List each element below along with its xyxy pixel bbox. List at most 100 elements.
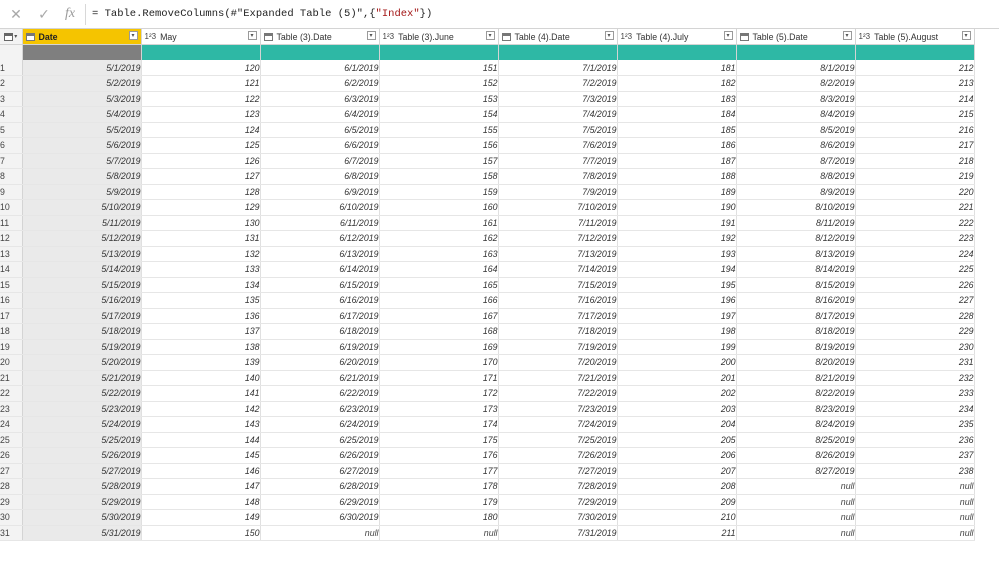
table-cell[interactable]: 5/1/2019 — [22, 60, 142, 76]
table-cell[interactable]: 7/16/2019 — [498, 292, 618, 309]
table-cell[interactable]: 5/16/2019 — [22, 292, 142, 309]
table-cell[interactable]: 168 — [379, 323, 499, 340]
table-cell[interactable]: null — [855, 525, 975, 541]
table-cell[interactable]: 162 — [379, 230, 499, 247]
table-cell[interactable]: 7/19/2019 — [498, 339, 618, 355]
table-cell[interactable]: 132 — [141, 246, 261, 262]
table-cell[interactable]: 8/14/2019 — [736, 261, 856, 278]
table-cell[interactable]: 7/1/2019 — [498, 60, 618, 76]
column-header[interactable]: Table (4).Date ▾ — [498, 29, 618, 45]
date-type-icon[interactable] — [501, 32, 511, 41]
table-cell[interactable]: 229 — [855, 323, 975, 340]
table-cell[interactable]: 237 — [855, 447, 975, 464]
table-cell[interactable]: 8/4/2019 — [736, 106, 856, 123]
table-cell[interactable]: 140 — [141, 370, 261, 386]
row-number[interactable]: 21 — [0, 370, 23, 386]
table-cell[interactable]: 147 — [141, 478, 261, 495]
row-number[interactable]: 20 — [0, 354, 23, 371]
row-number[interactable]: 8 — [0, 168, 23, 185]
table-cell[interactable]: 206 — [617, 447, 737, 464]
table-cell[interactable]: 233 — [855, 385, 975, 402]
table-cell[interactable]: 198 — [617, 323, 737, 340]
table-cell[interactable]: 158 — [379, 168, 499, 185]
table-cell[interactable]: 8/13/2019 — [736, 246, 856, 262]
row-number[interactable]: 4 — [0, 106, 23, 123]
row-number[interactable]: 23 — [0, 401, 23, 417]
table-cell[interactable]: 5/27/2019 — [22, 463, 142, 479]
table-cell[interactable]: 5/22/2019 — [22, 385, 142, 402]
number-type-icon[interactable]: 1²3 — [621, 32, 633, 41]
table-cell[interactable]: 8/27/2019 — [736, 463, 856, 479]
row-number[interactable]: 3 — [0, 91, 23, 107]
table-cell[interactable]: 160 — [379, 199, 499, 216]
table-cell[interactable]: 153 — [379, 91, 499, 107]
table-cell[interactable]: 235 — [855, 416, 975, 433]
table-cell[interactable]: 5/13/2019 — [22, 246, 142, 262]
table-cell[interactable]: 8/2/2019 — [736, 75, 856, 92]
table-cell[interactable]: 192 — [617, 230, 737, 247]
table-cell[interactable]: 213 — [855, 75, 975, 92]
table-cell[interactable]: 6/10/2019 — [260, 199, 380, 216]
table-cell[interactable]: 196 — [617, 292, 737, 309]
table-cell[interactable]: null — [855, 494, 975, 510]
column-header[interactable]: Date ▾ — [22, 29, 142, 45]
table-cell[interactable]: 130 — [141, 215, 261, 231]
table-cell[interactable]: 224 — [855, 246, 975, 262]
row-number[interactable]: 28 — [0, 478, 23, 495]
table-cell[interactable]: 143 — [141, 416, 261, 433]
table-cell[interactable]: 7/27/2019 — [498, 463, 618, 479]
table-cell[interactable]: 193 — [617, 246, 737, 262]
table-cell[interactable]: 167 — [379, 308, 499, 324]
table-cell[interactable]: 5/6/2019 — [22, 137, 142, 154]
table-cell[interactable]: 138 — [141, 339, 261, 355]
table-cell[interactable]: 8/10/2019 — [736, 199, 856, 216]
table-cell[interactable]: 7/5/2019 — [498, 122, 618, 138]
table-cell[interactable]: 6/8/2019 — [260, 168, 380, 185]
table-menu-corner[interactable]: ▾ — [0, 29, 23, 45]
table-cell[interactable]: 179 — [379, 494, 499, 510]
date-type-icon[interactable] — [739, 32, 749, 41]
row-number[interactable]: 27 — [0, 463, 23, 479]
table-cell[interactable]: 209 — [617, 494, 737, 510]
table-cell[interactable]: 7/8/2019 — [498, 168, 618, 185]
table-cell[interactable]: 6/30/2019 — [260, 509, 380, 526]
table-cell[interactable]: 5/31/2019 — [22, 525, 142, 541]
table-cell[interactable]: 197 — [617, 308, 737, 324]
table-cell[interactable]: 6/2/2019 — [260, 75, 380, 92]
table-cell[interactable]: 7/10/2019 — [498, 199, 618, 216]
number-type-icon[interactable]: 1²3 — [145, 32, 157, 41]
table-cell[interactable]: 8/1/2019 — [736, 60, 856, 76]
table-cell[interactable]: 121 — [141, 75, 261, 92]
table-cell[interactable]: 5/3/2019 — [22, 91, 142, 107]
table-cell[interactable]: 5/8/2019 — [22, 168, 142, 185]
table-cell[interactable]: 5/23/2019 — [22, 401, 142, 417]
table-cell[interactable]: 5/15/2019 — [22, 277, 142, 293]
table-cell[interactable]: 155 — [379, 122, 499, 138]
table-cell[interactable]: null — [736, 478, 856, 495]
table-cell[interactable]: 172 — [379, 385, 499, 402]
cancel-formula-icon[interactable]: ✕ — [7, 5, 25, 23]
table-cell[interactable]: 139 — [141, 354, 261, 371]
table-cell[interactable]: null — [736, 509, 856, 526]
table-cell[interactable]: 8/19/2019 — [736, 339, 856, 355]
table-cell[interactable]: 8/24/2019 — [736, 416, 856, 433]
table-cell[interactable]: 169 — [379, 339, 499, 355]
column-header[interactable]: 1²3 Table (5).August ▾ — [855, 29, 975, 45]
row-number[interactable]: 1 — [0, 60, 23, 76]
table-cell[interactable]: 194 — [617, 261, 737, 278]
table-cell[interactable]: 216 — [855, 122, 975, 138]
table-cell[interactable]: 8/16/2019 — [736, 292, 856, 309]
table-cell[interactable]: 156 — [379, 137, 499, 154]
table-cell[interactable]: 6/20/2019 — [260, 354, 380, 371]
table-cell[interactable]: 5/5/2019 — [22, 122, 142, 138]
table-cell[interactable]: 178 — [379, 478, 499, 495]
number-type-icon[interactable]: 1²3 — [383, 32, 395, 41]
table-cell[interactable]: null — [855, 478, 975, 495]
table-cell[interactable]: 8/21/2019 — [736, 370, 856, 386]
column-header[interactable]: 1²3 Table (4).July ▾ — [617, 29, 737, 45]
table-cell[interactable]: 7/13/2019 — [498, 246, 618, 262]
table-cell[interactable]: 177 — [379, 463, 499, 479]
table-cell[interactable]: 223 — [855, 230, 975, 247]
table-cell[interactable]: 5/26/2019 — [22, 447, 142, 464]
table-cell[interactable]: 6/1/2019 — [260, 60, 380, 76]
